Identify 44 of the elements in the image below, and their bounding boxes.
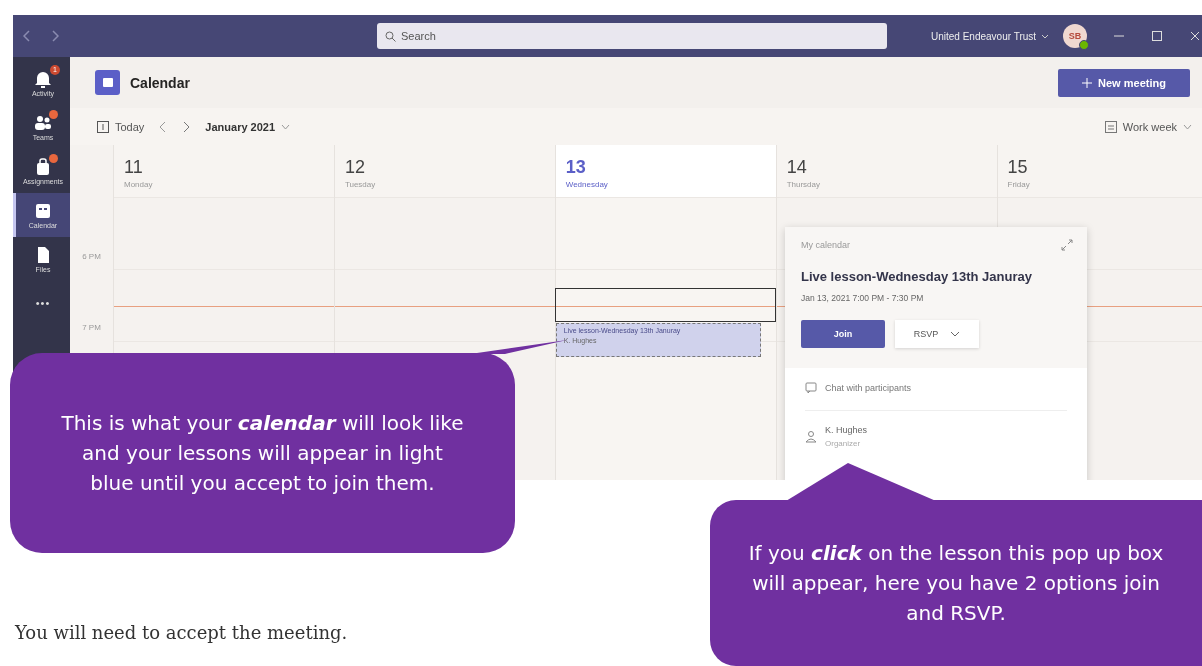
time-label: 7 PM — [81, 322, 102, 334]
organizer-role: Organizer — [825, 439, 862, 448]
avatar[interactable]: SB — [1063, 24, 1088, 48]
people-icon — [34, 113, 52, 132]
plus-icon — [1082, 77, 1093, 88]
back-forward-icon — [23, 29, 59, 43]
event-title: Live lesson-Wednesday 13th Januray — [801, 269, 1033, 284]
today-button[interactable]: Today — [97, 120, 145, 133]
bag-icon — [34, 157, 52, 176]
callout-text: If you click on the lesson this pop up box will appear, here you have 2 options join and RSVP. — [747, 540, 1165, 627]
callout-text: This is what your calendar will look like and your lessons will appear in light blue until you accept to join them. — [60, 410, 465, 497]
chat-icon — [805, 382, 817, 394]
chevron-down-icon — [950, 331, 961, 337]
new-meeting-button[interactable]: New meeting — [1058, 68, 1190, 97]
presence-dot — [1079, 40, 1090, 50]
body-text: You will need to accept the meeting. — [15, 622, 348, 643]
join-button[interactable]: Join — [801, 320, 885, 348]
chevron-down-icon — [1041, 33, 1050, 39]
chevron-right-icon — [182, 120, 191, 133]
view-picker[interactable]: Work week — [1104, 120, 1192, 133]
person-icon — [805, 429, 817, 444]
calendar-icon — [95, 70, 120, 95]
search-field[interactable]: Search — [377, 23, 887, 49]
expand-icon — [1061, 239, 1073, 251]
search-icon — [385, 31, 396, 42]
organizer-name: K. Hughes — [825, 425, 868, 435]
page-title: Calendar — [130, 74, 191, 91]
calendar-icon — [34, 201, 52, 220]
chevron-down-icon — [1183, 123, 1192, 130]
maximize-icon — [1151, 30, 1164, 42]
rail-item[interactable]: ••• — [13, 281, 70, 325]
month-picker[interactable]: January 2021 — [205, 120, 291, 133]
organization-switcher[interactable]: United Endeavour Trust — [931, 30, 1050, 42]
calendar-icon — [97, 120, 109, 133]
calendar-icon — [1104, 120, 1117, 133]
time-label: 6 PM — [81, 251, 102, 263]
chevron-down-icon — [281, 123, 291, 130]
chevron-left-icon — [159, 120, 168, 133]
calendar-name: My calendar — [801, 240, 851, 250]
chat-link[interactable]: Chat with participants — [805, 382, 1067, 411]
event-time: Jan 13, 2021 7:00 PM - 7:30 PM — [801, 293, 925, 303]
rsvp-button[interactable]: RSVP — [895, 320, 979, 348]
bell-icon — [34, 69, 52, 88]
close-icon — [1189, 30, 1202, 42]
